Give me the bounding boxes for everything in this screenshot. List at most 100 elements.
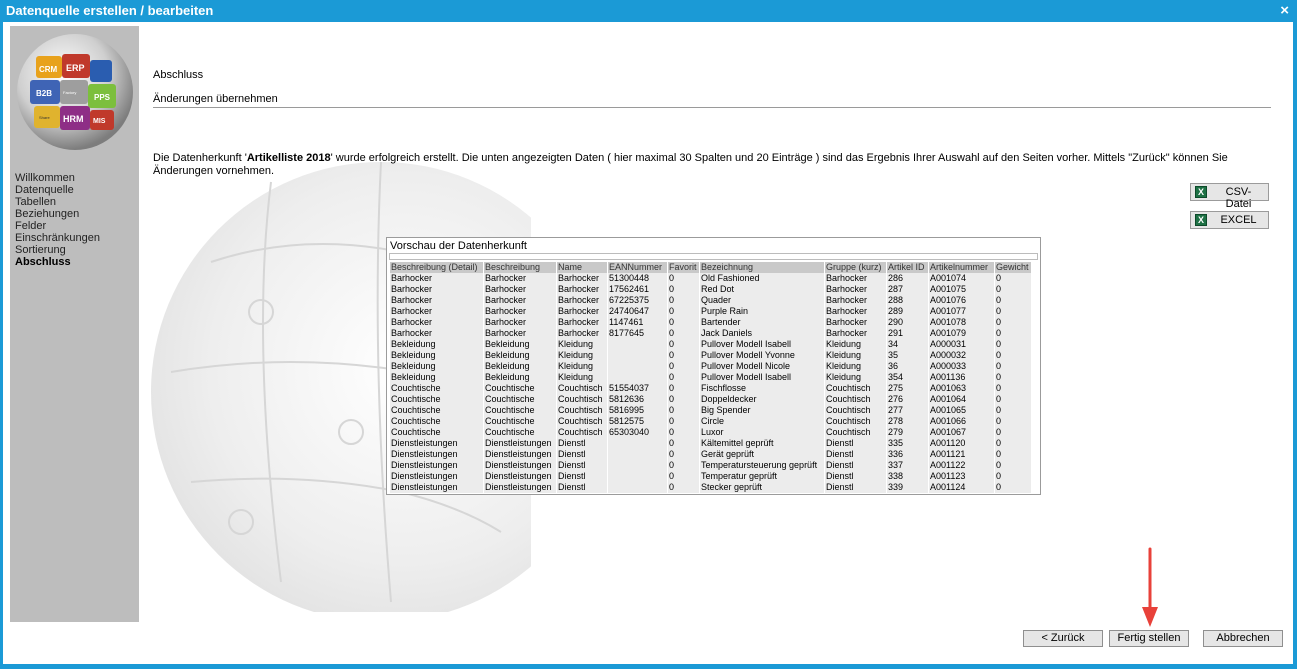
table-cell: Kleidung <box>825 339 886 350</box>
table-row[interactable]: Dienstleistungen Dienstleistungen Dienstl 0… <box>390 438 1031 449</box>
excel-icon: X <box>1195 214 1207 226</box>
sidebar-item-1[interactable]: Datenquelle <box>15 184 100 196</box>
table-cell: Couchtisch <box>557 383 607 394</box>
table-cell: Doppeldecker <box>700 394 824 405</box>
table-cell: Big Spender <box>700 405 824 416</box>
table-cell: Kleidung <box>557 339 607 350</box>
table-cell: Couchtisch <box>557 427 607 438</box>
table-row[interactable]: Barhocker Barhocker Barhocker 67225375 0 Quad… <box>390 295 1031 306</box>
table-cell: Dienstl <box>557 482 607 493</box>
table-cell: Pullover Modell Isabell <box>700 339 824 350</box>
table-cell: Bekleidung <box>390 350 483 361</box>
table-cell: A001066 <box>929 416 994 427</box>
table-row[interactable]: Bekleidung Bekleidung Kleidung 0 Pullover Mo… <box>390 361 1031 372</box>
dialog-window: CRM ERP B2B Factory PPS Share HRM MIS Wi… <box>3 22 1293 664</box>
table-cell: Couchtische <box>390 394 483 405</box>
table-cell: 5812575 <box>608 416 667 427</box>
sidebar-item-4[interactable]: Felder <box>15 220 100 232</box>
table-cell <box>608 339 667 350</box>
column-header[interactable]: Favorit <box>668 262 699 273</box>
sidebar-item-2[interactable]: Tabellen <box>15 196 100 208</box>
sidebar-item-7[interactable]: Abschluss <box>15 256 100 268</box>
column-header[interactable]: EANNummer <box>608 262 667 273</box>
table-cell: Red Dot <box>700 284 824 295</box>
table-row[interactable]: Dienstleistungen Dienstleistungen Dienstl 0… <box>390 449 1031 460</box>
excel-icon: X <box>1195 186 1207 198</box>
column-header[interactable]: Beschreibung (Detail) <box>390 262 483 273</box>
excel-export-label: EXCEL <box>1220 214 1257 226</box>
table-row[interactable]: Couchtische Couchtische Couchtisch 51554037… <box>390 383 1031 394</box>
column-header[interactable]: Gewicht <box>995 262 1031 273</box>
table-cell: Gerät geprüft <box>700 449 824 460</box>
sidebar-item-0[interactable]: Willkommen <box>15 172 100 184</box>
table-cell: 0 <box>995 482 1031 493</box>
table-cell <box>608 449 667 460</box>
table-row[interactable]: Barhocker Barhocker Barhocker 51300448 0 Old … <box>390 273 1031 284</box>
close-icon[interactable]: × <box>1280 2 1289 19</box>
column-header[interactable]: Gruppe (kurz) <box>825 262 886 273</box>
table-cell: Barhocker <box>390 317 483 328</box>
table-body: Barhocker Barhocker Barhocker 51300448 0 Old … <box>390 273 1031 493</box>
table-cell: Pullover Modell Nicole <box>700 361 824 372</box>
preview-title: Vorschau der Datenherkunft <box>390 240 527 252</box>
sidebar-item-5[interactable]: Einschränkungen <box>15 232 100 244</box>
table-cell: Bekleidung <box>484 361 556 372</box>
table-cell: 0 <box>995 394 1031 405</box>
table-cell: 335 <box>887 438 928 449</box>
sidebar-item-3[interactable]: Beziehungen <box>15 208 100 220</box>
table-cell: 278 <box>887 416 928 427</box>
table-row[interactable]: Bekleidung Bekleidung Kleidung 0 Pullover Mo… <box>390 339 1031 350</box>
table-cell: 0 <box>668 427 699 438</box>
table-cell: 0 <box>995 372 1031 383</box>
table-row[interactable]: Dienstleistungen Dienstleistungen Dienstl 0… <box>390 471 1031 482</box>
table-cell: Couchtische <box>484 405 556 416</box>
table-cell <box>608 471 667 482</box>
table-cell: Barhocker <box>390 284 483 295</box>
column-header[interactable]: Bezeichnung <box>700 262 824 273</box>
cancel-button[interactable]: Abbrechen <box>1203 630 1283 647</box>
csv-export-button[interactable]: X CSV-Datei <box>1190 183 1269 210</box>
excel-export-button[interactable]: X EXCEL <box>1190 211 1269 229</box>
table-row[interactable]: Barhocker Barhocker Barhocker 1147461 0 Barte… <box>390 317 1031 328</box>
table-cell: 0 <box>668 482 699 493</box>
table-row[interactable]: Couchtische Couchtische Couchtisch 65303040… <box>390 427 1031 438</box>
back-button[interactable]: < Zurück <box>1023 630 1103 647</box>
column-header[interactable]: Artikelnummer <box>929 262 994 273</box>
finish-button[interactable]: Fertig stellen <box>1109 630 1189 647</box>
table-row[interactable]: Barhocker Barhocker Barhocker 24740647 0 Purp… <box>390 306 1031 317</box>
table-cell: Barhocker <box>390 273 483 284</box>
table-cell: 0 <box>668 284 699 295</box>
table-cell: A001121 <box>929 449 994 460</box>
table-cell: Couchtische <box>484 427 556 438</box>
table-row[interactable]: Dienstleistungen Dienstleistungen Dienstl 0… <box>390 460 1031 471</box>
logo-label-hrm: HRM <box>63 114 84 124</box>
table-cell: 337 <box>887 460 928 471</box>
table-cell: Kleidung <box>825 350 886 361</box>
table-cell: Bekleidung <box>390 372 483 383</box>
table-cell: 339 <box>887 482 928 493</box>
column-header[interactable]: Name <box>557 262 607 273</box>
table-cell: 5812636 <box>608 394 667 405</box>
table-cell: 1147461 <box>608 317 667 328</box>
table-row[interactable]: Bekleidung Bekleidung Kleidung 0 Pullover Mo… <box>390 350 1031 361</box>
table-cell: Bekleidung <box>484 372 556 383</box>
sidebar-item-6[interactable]: Sortierung <box>15 244 100 256</box>
logo-label-erp: ERP <box>66 63 85 73</box>
table-row[interactable]: Dienstleistungen Dienstleistungen Dienstl 0… <box>390 482 1031 493</box>
column-header[interactable]: Beschreibung <box>484 262 556 273</box>
column-header[interactable]: Artikel ID <box>887 262 928 273</box>
table-row[interactable]: Couchtische Couchtische Couchtisch 5812636 0… <box>390 394 1031 405</box>
table-row[interactable]: Couchtische Couchtische Couchtisch 5816995 0… <box>390 405 1031 416</box>
table-cell: A001123 <box>929 471 994 482</box>
table-cell: Dienstleistungen <box>390 471 483 482</box>
table-row[interactable]: Bekleidung Bekleidung Kleidung 0 Pullover Mo… <box>390 372 1031 383</box>
table-cell: Dienstl <box>557 460 607 471</box>
table-cell: Barhocker <box>484 273 556 284</box>
table-row[interactable]: Barhocker Barhocker Barhocker 8177645 0 Jack … <box>390 328 1031 339</box>
table-cell: 336 <box>887 449 928 460</box>
table-row[interactable]: Barhocker Barhocker Barhocker 17562461 0 Red … <box>390 284 1031 295</box>
table-cell: 0 <box>995 460 1031 471</box>
table-cell: Temperatur geprüft <box>700 471 824 482</box>
table-row[interactable]: Couchtische Couchtische Couchtisch 5812575 0… <box>390 416 1031 427</box>
table-cell <box>608 361 667 372</box>
